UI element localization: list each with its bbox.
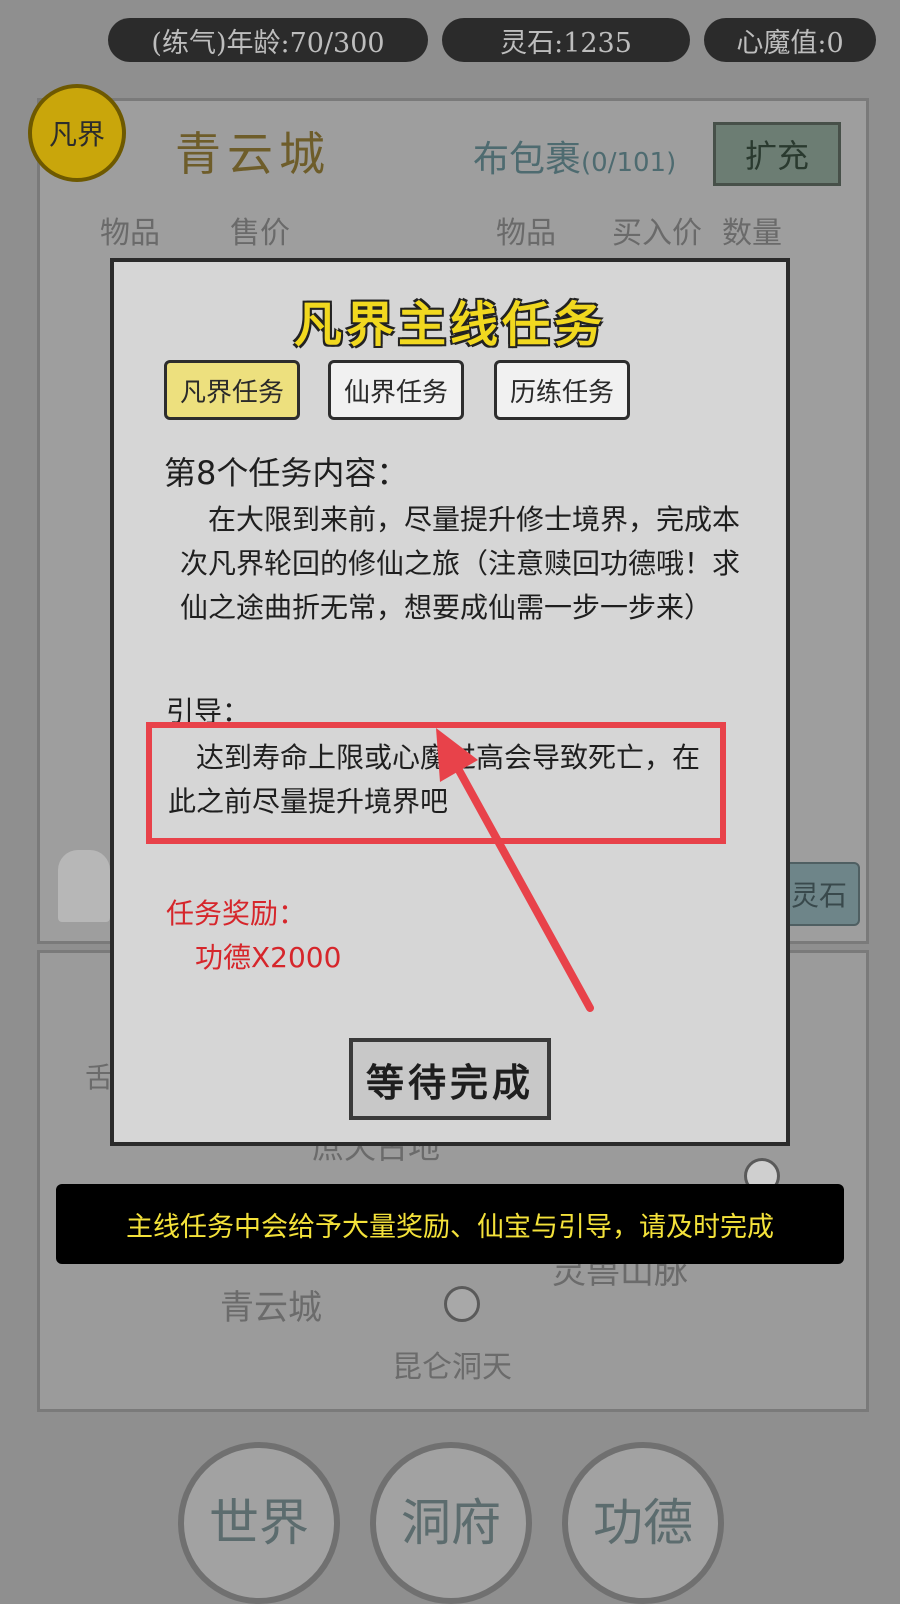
demon-value-status: 心魔值:0 bbox=[704, 18, 876, 62]
tab-training-quests[interactable]: 历练任务 bbox=[494, 360, 630, 420]
nav-world-label: 世界 bbox=[209, 1494, 309, 1552]
spirit-stone-status: 灵石:1235 bbox=[442, 18, 690, 62]
realm-logo-icon[interactable]: 凡界 bbox=[28, 84, 126, 182]
expand-button[interactable]: 扩充 bbox=[713, 122, 841, 186]
dialog-title: 凡界主线任务 bbox=[293, 297, 606, 353]
column-header-item: 物品 bbox=[496, 216, 556, 251]
await-completion-button[interactable]: 等待完成 bbox=[349, 1038, 551, 1120]
nav-merit-label: 功德 bbox=[593, 1494, 693, 1552]
nav-merit-button[interactable]: 功德 bbox=[562, 1442, 724, 1604]
tab-immortal-quests[interactable]: 仙界任务 bbox=[328, 360, 464, 420]
column-header-buy-price: 买入价 bbox=[612, 216, 702, 251]
tab-mortal-quests[interactable]: 凡界任务 bbox=[164, 360, 300, 420]
column-header-item: 物品 bbox=[100, 216, 160, 251]
nav-world-button[interactable]: 世界 bbox=[178, 1442, 340, 1604]
map-label-partial: 舌 bbox=[85, 1061, 114, 1094]
nav-cave-label: 洞府 bbox=[401, 1494, 501, 1552]
map-location-dot[interactable] bbox=[444, 1286, 480, 1322]
tutorial-arrow-icon bbox=[436, 728, 594, 1012]
nav-cave-button[interactable]: 洞府 bbox=[370, 1442, 532, 1604]
spirit-stone-button[interactable]: 灵石 bbox=[778, 862, 860, 926]
city-title: 青云城 bbox=[175, 127, 331, 181]
bag-title: 布包裹(0/101) bbox=[473, 130, 676, 182]
reward-label: 任务奖励： bbox=[166, 897, 307, 930]
tutorial-tip: 主线任务中会给予大量奖励、仙宝与引导，请及时完成 bbox=[56, 1184, 844, 1264]
map-label-kunlun[interactable]: 昆仑洞天 bbox=[392, 1342, 512, 1386]
column-header-quantity: 数量 bbox=[722, 216, 782, 251]
age-status: (练气)年龄:70/300 bbox=[108, 18, 428, 62]
quest-heading: 第8个任务内容： bbox=[164, 454, 409, 492]
merchant-avatar bbox=[58, 850, 110, 922]
quest-description: 在大限到来前，尽量提升修士境界，完成本次凡界轮回的修仙之旅（注意赎回功德哦！求仙… bbox=[180, 503, 741, 624]
bag-title-label: 布包裹 bbox=[473, 139, 582, 180]
map-label-qingyun-city[interactable]: 青云城 bbox=[220, 1280, 322, 1329]
column-header-sell-price: 售价 bbox=[230, 216, 290, 251]
reward-value: 功德X2000 bbox=[195, 941, 342, 974]
bag-count: (0/101) bbox=[581, 148, 677, 178]
